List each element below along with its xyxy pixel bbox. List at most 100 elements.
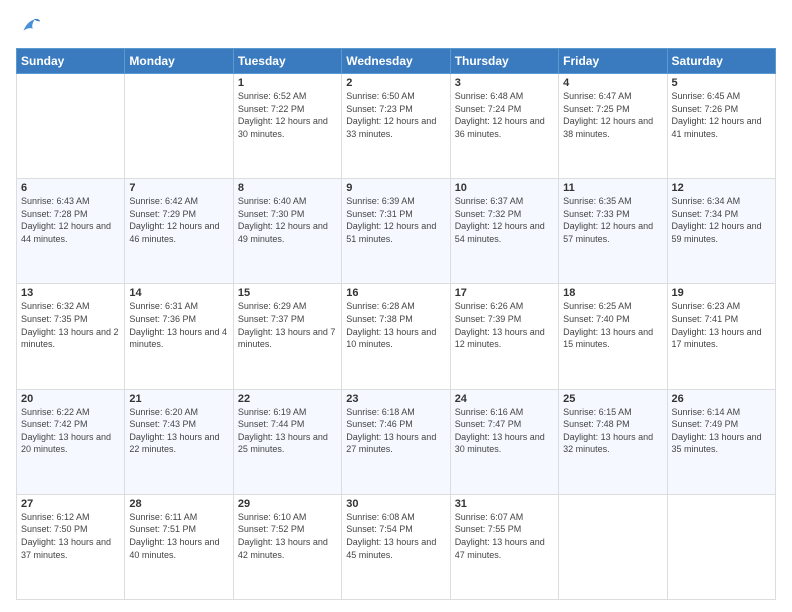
day-info: Sunrise: 6:45 AM Sunset: 7:26 PM Dayligh…: [672, 90, 771, 140]
calendar-week-row: 1Sunrise: 6:52 AM Sunset: 7:22 PM Daylig…: [17, 74, 776, 179]
calendar-week-row: 20Sunrise: 6:22 AM Sunset: 7:42 PM Dayli…: [17, 389, 776, 494]
calendar-week-row: 6Sunrise: 6:43 AM Sunset: 7:28 PM Daylig…: [17, 179, 776, 284]
calendar-cell: 28Sunrise: 6:11 AM Sunset: 7:51 PM Dayli…: [125, 494, 233, 599]
day-info: Sunrise: 6:42 AM Sunset: 7:29 PM Dayligh…: [129, 195, 228, 245]
calendar-cell: 4Sunrise: 6:47 AM Sunset: 7:25 PM Daylig…: [559, 74, 667, 179]
day-number: 22: [238, 393, 337, 405]
calendar-cell: 10Sunrise: 6:37 AM Sunset: 7:32 PM Dayli…: [450, 179, 558, 284]
day-info: Sunrise: 6:39 AM Sunset: 7:31 PM Dayligh…: [346, 195, 445, 245]
day-number: 31: [455, 498, 554, 510]
day-info: Sunrise: 6:12 AM Sunset: 7:50 PM Dayligh…: [21, 511, 120, 561]
day-number: 6: [21, 182, 120, 194]
calendar-cell: 3Sunrise: 6:48 AM Sunset: 7:24 PM Daylig…: [450, 74, 558, 179]
calendar-cell: 20Sunrise: 6:22 AM Sunset: 7:42 PM Dayli…: [17, 389, 125, 494]
calendar-cell: 2Sunrise: 6:50 AM Sunset: 7:23 PM Daylig…: [342, 74, 450, 179]
calendar-day-header: Friday: [559, 49, 667, 74]
day-info: Sunrise: 6:10 AM Sunset: 7:52 PM Dayligh…: [238, 511, 337, 561]
day-info: Sunrise: 6:28 AM Sunset: 7:38 PM Dayligh…: [346, 300, 445, 350]
calendar-cell: [559, 494, 667, 599]
day-info: Sunrise: 6:25 AM Sunset: 7:40 PM Dayligh…: [563, 300, 662, 350]
calendar-cell: 7Sunrise: 6:42 AM Sunset: 7:29 PM Daylig…: [125, 179, 233, 284]
calendar-cell: 1Sunrise: 6:52 AM Sunset: 7:22 PM Daylig…: [233, 74, 341, 179]
calendar-cell: 25Sunrise: 6:15 AM Sunset: 7:48 PM Dayli…: [559, 389, 667, 494]
calendar-header-row: SundayMondayTuesdayWednesdayThursdayFrid…: [17, 49, 776, 74]
calendar-cell: 19Sunrise: 6:23 AM Sunset: 7:41 PM Dayli…: [667, 284, 775, 389]
calendar-day-header: Monday: [125, 49, 233, 74]
calendar-cell: 26Sunrise: 6:14 AM Sunset: 7:49 PM Dayli…: [667, 389, 775, 494]
calendar-cell: 31Sunrise: 6:07 AM Sunset: 7:55 PM Dayli…: [450, 494, 558, 599]
day-number: 24: [455, 393, 554, 405]
day-number: 15: [238, 287, 337, 299]
calendar-cell: 29Sunrise: 6:10 AM Sunset: 7:52 PM Dayli…: [233, 494, 341, 599]
calendar-cell: 24Sunrise: 6:16 AM Sunset: 7:47 PM Dayli…: [450, 389, 558, 494]
calendar-cell: 13Sunrise: 6:32 AM Sunset: 7:35 PM Dayli…: [17, 284, 125, 389]
day-number: 14: [129, 287, 228, 299]
calendar-cell: 6Sunrise: 6:43 AM Sunset: 7:28 PM Daylig…: [17, 179, 125, 284]
calendar-cell: 23Sunrise: 6:18 AM Sunset: 7:46 PM Dayli…: [342, 389, 450, 494]
day-info: Sunrise: 6:29 AM Sunset: 7:37 PM Dayligh…: [238, 300, 337, 350]
logo-icon: [16, 12, 44, 40]
day-info: Sunrise: 6:52 AM Sunset: 7:22 PM Dayligh…: [238, 90, 337, 140]
day-number: 10: [455, 182, 554, 194]
calendar-cell: 12Sunrise: 6:34 AM Sunset: 7:34 PM Dayli…: [667, 179, 775, 284]
calendar-cell: 5Sunrise: 6:45 AM Sunset: 7:26 PM Daylig…: [667, 74, 775, 179]
day-number: 1: [238, 77, 337, 89]
day-info: Sunrise: 6:40 AM Sunset: 7:30 PM Dayligh…: [238, 195, 337, 245]
day-info: Sunrise: 6:47 AM Sunset: 7:25 PM Dayligh…: [563, 90, 662, 140]
calendar-day-header: Tuesday: [233, 49, 341, 74]
day-number: 2: [346, 77, 445, 89]
day-info: Sunrise: 6:22 AM Sunset: 7:42 PM Dayligh…: [21, 406, 120, 456]
header: [16, 12, 776, 40]
calendar-day-header: Sunday: [17, 49, 125, 74]
day-info: Sunrise: 6:23 AM Sunset: 7:41 PM Dayligh…: [672, 300, 771, 350]
calendar-cell: 18Sunrise: 6:25 AM Sunset: 7:40 PM Dayli…: [559, 284, 667, 389]
calendar: SundayMondayTuesdayWednesdayThursdayFrid…: [16, 48, 776, 600]
day-number: 5: [672, 77, 771, 89]
day-number: 21: [129, 393, 228, 405]
day-number: 16: [346, 287, 445, 299]
day-number: 11: [563, 182, 662, 194]
day-info: Sunrise: 6:15 AM Sunset: 7:48 PM Dayligh…: [563, 406, 662, 456]
calendar-day-header: Wednesday: [342, 49, 450, 74]
day-number: 27: [21, 498, 120, 510]
calendar-week-row: 27Sunrise: 6:12 AM Sunset: 7:50 PM Dayli…: [17, 494, 776, 599]
day-number: 25: [563, 393, 662, 405]
day-number: 17: [455, 287, 554, 299]
day-number: 13: [21, 287, 120, 299]
day-info: Sunrise: 6:18 AM Sunset: 7:46 PM Dayligh…: [346, 406, 445, 456]
calendar-cell: [125, 74, 233, 179]
day-number: 4: [563, 77, 662, 89]
day-number: 30: [346, 498, 445, 510]
day-info: Sunrise: 6:11 AM Sunset: 7:51 PM Dayligh…: [129, 511, 228, 561]
day-info: Sunrise: 6:26 AM Sunset: 7:39 PM Dayligh…: [455, 300, 554, 350]
day-number: 8: [238, 182, 337, 194]
day-info: Sunrise: 6:08 AM Sunset: 7:54 PM Dayligh…: [346, 511, 445, 561]
day-info: Sunrise: 6:35 AM Sunset: 7:33 PM Dayligh…: [563, 195, 662, 245]
calendar-cell: 15Sunrise: 6:29 AM Sunset: 7:37 PM Dayli…: [233, 284, 341, 389]
calendar-cell: 30Sunrise: 6:08 AM Sunset: 7:54 PM Dayli…: [342, 494, 450, 599]
day-info: Sunrise: 6:19 AM Sunset: 7:44 PM Dayligh…: [238, 406, 337, 456]
calendar-cell: [17, 74, 125, 179]
day-info: Sunrise: 6:50 AM Sunset: 7:23 PM Dayligh…: [346, 90, 445, 140]
day-number: 29: [238, 498, 337, 510]
calendar-cell: 27Sunrise: 6:12 AM Sunset: 7:50 PM Dayli…: [17, 494, 125, 599]
day-number: 18: [563, 287, 662, 299]
day-number: 28: [129, 498, 228, 510]
logo: [16, 12, 48, 40]
calendar-cell: 9Sunrise: 6:39 AM Sunset: 7:31 PM Daylig…: [342, 179, 450, 284]
calendar-day-header: Thursday: [450, 49, 558, 74]
calendar-week-row: 13Sunrise: 6:32 AM Sunset: 7:35 PM Dayli…: [17, 284, 776, 389]
day-info: Sunrise: 6:48 AM Sunset: 7:24 PM Dayligh…: [455, 90, 554, 140]
calendar-cell: 11Sunrise: 6:35 AM Sunset: 7:33 PM Dayli…: [559, 179, 667, 284]
day-number: 19: [672, 287, 771, 299]
page: SundayMondayTuesdayWednesdayThursdayFrid…: [0, 0, 792, 612]
day-info: Sunrise: 6:32 AM Sunset: 7:35 PM Dayligh…: [21, 300, 120, 350]
calendar-cell: 8Sunrise: 6:40 AM Sunset: 7:30 PM Daylig…: [233, 179, 341, 284]
calendar-cell: 22Sunrise: 6:19 AM Sunset: 7:44 PM Dayli…: [233, 389, 341, 494]
day-info: Sunrise: 6:14 AM Sunset: 7:49 PM Dayligh…: [672, 406, 771, 456]
day-number: 20: [21, 393, 120, 405]
day-number: 26: [672, 393, 771, 405]
day-info: Sunrise: 6:37 AM Sunset: 7:32 PM Dayligh…: [455, 195, 554, 245]
day-info: Sunrise: 6:34 AM Sunset: 7:34 PM Dayligh…: [672, 195, 771, 245]
day-info: Sunrise: 6:07 AM Sunset: 7:55 PM Dayligh…: [455, 511, 554, 561]
